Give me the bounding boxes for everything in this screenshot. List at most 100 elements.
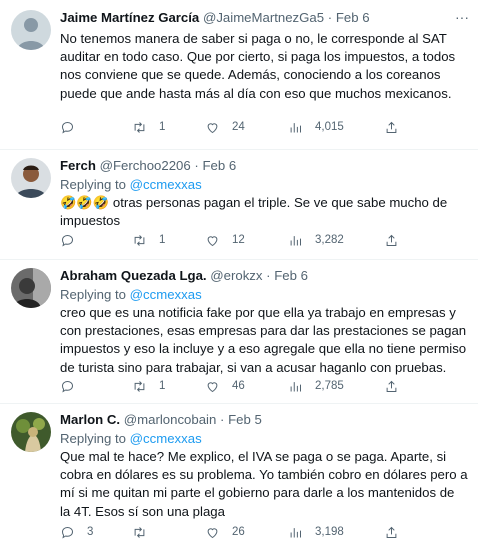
- reply-button[interactable]: [60, 232, 87, 248]
- timestamp[interactable]: Feb 6: [202, 158, 236, 173]
- reply-icon: [61, 234, 74, 247]
- like-count: 26: [232, 526, 245, 538]
- retweet-button[interactable]: 1: [132, 378, 165, 394]
- user-photo-icon: [11, 158, 51, 198]
- retweet-count: 1: [159, 380, 166, 392]
- replying-to-mention[interactable]: @ccmexxas: [130, 287, 202, 302]
- display-name[interactable]: Marlon C.: [60, 412, 120, 427]
- retweet-icon: [134, 380, 145, 392]
- tweet[interactable]: ··· Jaime Martínez García @JaimeMartnezG…: [0, 0, 478, 150]
- like-button[interactable]: 26: [205, 524, 245, 540]
- display-name[interactable]: Ferch: [60, 158, 96, 173]
- tweet-text: creo que es una notificia fake por que e…: [60, 304, 468, 377]
- replying-to-mention[interactable]: @ccmexxas: [130, 177, 202, 192]
- default-avatar-icon: [11, 10, 51, 50]
- retweet-count: 1: [159, 234, 166, 246]
- tweet-actions: 1 46 2,785: [60, 378, 420, 394]
- tweet-header: Jaime Martínez García @JaimeMartnezGa5 ·…: [60, 8, 468, 28]
- separator-dot: ·: [327, 10, 333, 25]
- reply-icon: [61, 121, 74, 134]
- tweet[interactable]: Ferch @Ferchoo2206 · Feb 6 Replying to @…: [0, 150, 478, 260]
- user-photo-icon: [11, 412, 51, 452]
- tweet-text: No tenemos manera de saber si paga o no,…: [60, 30, 468, 103]
- view-count: 3,282: [315, 234, 344, 246]
- handle[interactable]: @marloncobain: [124, 412, 217, 427]
- tweet[interactable]: Abraham Quezada Lga. @erokzx · Feb 6 Rep…: [0, 260, 478, 404]
- share-button[interactable]: [384, 232, 399, 248]
- handle[interactable]: @Ferchoo2206: [100, 158, 191, 173]
- display-name[interactable]: Abraham Quezada Lga.: [60, 268, 207, 283]
- tweet-text: Que mal te hace? Me explico, el IVA se p…: [60, 448, 468, 521]
- heart-icon: [207, 122, 218, 133]
- avatar[interactable]: [11, 158, 51, 198]
- tweet-text-content: creo que es una notificia fake por que e…: [60, 305, 467, 375]
- retweet-button[interactable]: 1: [132, 119, 165, 135]
- views-chart-icon: [290, 381, 301, 391]
- separator-dot: ·: [194, 158, 199, 173]
- display-name[interactable]: Jaime Martínez García: [60, 10, 199, 25]
- like-count: 24: [232, 121, 245, 133]
- views-button[interactable]: 4,015: [288, 119, 344, 135]
- views-chart-icon: [290, 527, 301, 537]
- share-button[interactable]: [384, 378, 399, 394]
- views-chart-icon: [290, 122, 301, 132]
- reply-count: 3: [87, 526, 94, 538]
- avatar[interactable]: [11, 268, 51, 308]
- tweet-header: Marlon C. @marloncobain · Feb 5: [60, 410, 468, 430]
- heart-icon: [207, 381, 218, 392]
- heart-icon: [207, 235, 218, 246]
- views-button[interactable]: 3,198: [288, 524, 344, 540]
- like-count: 46: [232, 380, 245, 392]
- replying-to-label: Replying to: [60, 287, 126, 302]
- separator-dot: ·: [266, 268, 271, 283]
- view-count: 3,198: [315, 526, 344, 538]
- replying-to: Replying to @ccmexxas: [60, 286, 468, 304]
- timestamp[interactable]: Feb 5: [228, 412, 262, 427]
- separator-dot: ·: [219, 412, 225, 427]
- view-count: 2,785: [315, 380, 344, 392]
- handle[interactable]: @erokzx: [210, 268, 262, 283]
- reply-button[interactable]: [60, 378, 87, 394]
- replying-to-label: Replying to: [60, 177, 126, 192]
- reply-button[interactable]: [60, 119, 87, 135]
- retweet-icon: [134, 234, 145, 246]
- views-button[interactable]: 2,785: [288, 378, 344, 394]
- retweet-button[interactable]: [132, 524, 159, 540]
- reply-button[interactable]: 3: [60, 524, 93, 540]
- reply-icon: [61, 380, 74, 393]
- replying-to-label: Replying to: [60, 431, 126, 446]
- heart-icon: [207, 527, 218, 538]
- tweet-actions: 3 26 3,198: [60, 524, 420, 540]
- replying-to-mention[interactable]: @ccmexxas: [130, 431, 202, 446]
- timestamp[interactable]: Feb 6: [336, 10, 370, 25]
- share-icon: [386, 526, 397, 538]
- share-icon: [386, 234, 397, 246]
- share-icon: [386, 380, 397, 392]
- like-button[interactable]: 46: [205, 378, 245, 394]
- like-button[interactable]: 24: [205, 119, 245, 135]
- timestamp[interactable]: Feb 6: [274, 268, 308, 283]
- tweet-text: 🤣🤣🤣 otras personas pagan el triple. Se v…: [60, 194, 468, 230]
- like-button[interactable]: 12: [205, 232, 245, 248]
- like-count: 12: [232, 234, 245, 246]
- retweet-count: 1: [159, 121, 166, 133]
- retweet-icon: [134, 526, 145, 538]
- tweet-header: Abraham Quezada Lga. @erokzx · Feb 6: [60, 266, 468, 286]
- retweet-icon: [134, 121, 145, 133]
- tweet-text-content: No tenemos manera de saber si paga o no,…: [60, 31, 456, 101]
- avatar[interactable]: [11, 412, 51, 452]
- tweet-actions: 1 24 4,015: [60, 119, 420, 135]
- views-button[interactable]: 3,282: [288, 232, 344, 248]
- share-icon: [386, 121, 397, 133]
- share-button[interactable]: [384, 119, 399, 135]
- handle[interactable]: @JaimeMartnezGa5: [203, 10, 324, 25]
- tweet-text-content: otras personas pagan el triple. Se ve qu…: [60, 195, 448, 229]
- avatar[interactable]: [11, 10, 51, 50]
- share-button[interactable]: [384, 524, 399, 540]
- tweet-actions: 1 12 3,282: [60, 232, 420, 248]
- tweet[interactable]: Marlon C. @marloncobain · Feb 5 Replying…: [0, 404, 478, 541]
- tweet-text-content: Que mal te hace? Me explico, el IVA se p…: [60, 449, 468, 519]
- replying-to: Replying to @ccmexxas: [60, 176, 468, 194]
- view-count: 4,015: [315, 121, 344, 133]
- retweet-button[interactable]: 1: [132, 232, 165, 248]
